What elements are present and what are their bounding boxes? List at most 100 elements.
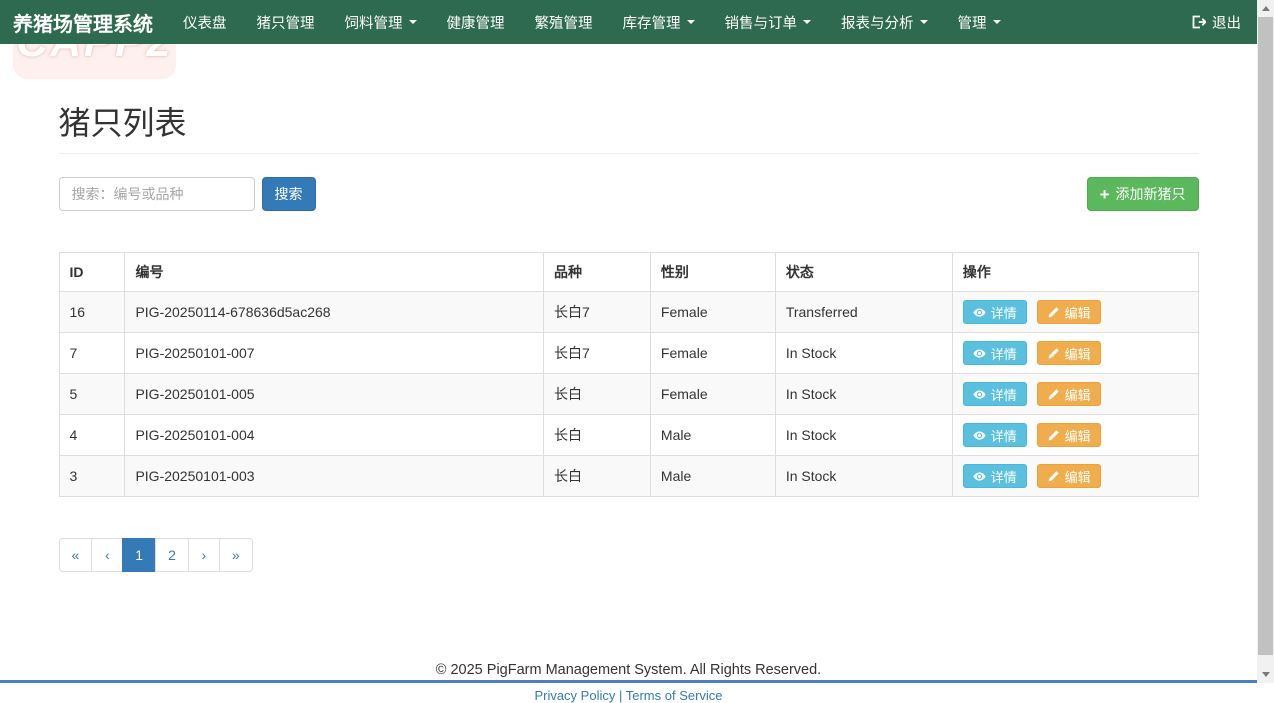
cell-code: PIG-20250101-007 [125, 333, 544, 374]
eye-icon [973, 429, 986, 442]
edit-button[interactable]: 编辑 [1037, 382, 1101, 406]
cell-code: PIG-20250101-005 [125, 374, 544, 415]
copyright-text: © 2025 PigFarm Management System. All Ri… [59, 662, 1199, 678]
logout-label: 退出 [1212, 12, 1241, 33]
header-code: 编号 [125, 253, 544, 292]
cell-status: In Stock [775, 456, 952, 497]
cell-breed: 长白 [544, 374, 651, 415]
cell-breed: 长白 [544, 415, 651, 456]
cell-actions: 详情 编辑 [952, 456, 1198, 497]
cell-id: 16 [59, 292, 125, 333]
pagination-page-1[interactable]: 1 [122, 538, 156, 572]
pencil-icon [1047, 306, 1060, 319]
nav-item-pig-management[interactable]: 猪只管理 [242, 0, 330, 44]
link-separator: | [615, 688, 625, 703]
cell-status: In Stock [775, 415, 952, 456]
scrollbar-up-arrow[interactable] [1257, 0, 1274, 17]
cell-gender: Female [650, 333, 775, 374]
nav-item-reports-analysis[interactable]: 报表与分析 [826, 0, 943, 44]
logout-button[interactable]: 退出 [1190, 12, 1241, 33]
edit-button[interactable]: 编辑 [1037, 423, 1101, 447]
header-status: 状态 [775, 253, 952, 292]
detail-button[interactable]: 详情 [963, 423, 1027, 447]
chevron-down-icon [803, 20, 811, 24]
terms-of-service-link[interactable]: Terms of Service [626, 688, 723, 703]
detail-button[interactable]: 详情 [963, 382, 1027, 406]
nav-item-dashboard[interactable]: 仪表盘 [168, 0, 242, 44]
table-row: 7 PIG-20250101-007 长白7 Female In Stock 详… [59, 333, 1198, 374]
add-pig-label: 添加新猪只 [1116, 184, 1186, 204]
add-pig-button[interactable]: + 添加新猪只 [1087, 177, 1199, 211]
nav-item-feed-management[interactable]: 饲料管理 [330, 0, 432, 44]
pagination-last[interactable]: » [219, 538, 253, 572]
nav-item-inventory-management[interactable]: 库存管理 [608, 0, 710, 44]
top-navbar: 养猪场管理系统 仪表盘 猪只管理 饲料管理 健康管理 繁殖管理 库存管理 销售与… [0, 0, 1257, 44]
edit-button[interactable]: 编辑 [1037, 341, 1101, 365]
sign-out-icon [1190, 14, 1206, 30]
chevron-down-icon [993, 20, 1001, 24]
pagination-next[interactable]: › [188, 538, 220, 572]
pagination-prev[interactable]: ‹ [91, 538, 123, 572]
cell-actions: 详情 编辑 [952, 415, 1198, 456]
nav-item-admin[interactable]: 管理 [943, 0, 1016, 44]
vertical-scrollbar[interactable] [1257, 0, 1274, 683]
privacy-policy-link[interactable]: Privacy Policy [534, 688, 615, 703]
cell-gender: Female [650, 374, 775, 415]
nav-item-breeding-management[interactable]: 繁殖管理 [520, 0, 608, 44]
header-actions: 操作 [952, 253, 1198, 292]
pencil-icon [1047, 429, 1060, 442]
nav-item-sales-orders[interactable]: 销售与订单 [710, 0, 827, 44]
triangle-up-icon [1262, 6, 1270, 11]
cell-actions: 详情 编辑 [952, 292, 1198, 333]
main-container: 猪只列表 搜索 + 添加新猪只 ID 编号 品种 性别 状态 操作 [59, 105, 1199, 703]
search-button[interactable]: 搜索 [262, 177, 316, 211]
pagination-first[interactable]: « [59, 538, 93, 572]
cell-code: PIG-20250101-004 [125, 415, 544, 456]
footer-links: Privacy Policy | Terms of Service [59, 688, 1199, 703]
cell-id: 3 [59, 456, 125, 497]
cell-code: PIG-20250114-678636d5ac268 [125, 292, 544, 333]
cell-id: 7 [59, 333, 125, 374]
scrollbar-thumb[interactable] [1258, 17, 1273, 655]
eye-icon [973, 470, 986, 483]
detail-button[interactable]: 详情 [963, 300, 1027, 324]
pencil-icon [1047, 470, 1060, 483]
detail-button[interactable]: 详情 [963, 464, 1027, 488]
header-id: ID [59, 253, 125, 292]
search-input[interactable] [59, 177, 255, 211]
cell-actions: 详情 编辑 [952, 333, 1198, 374]
table-header: ID 编号 品种 性别 状态 操作 [59, 253, 1198, 292]
pencil-icon [1047, 347, 1060, 360]
table-row: 3 PIG-20250101-003 长白 Male In Stock 详情 编… [59, 456, 1198, 497]
nav-item-health-management[interactable]: 健康管理 [432, 0, 520, 44]
header-gender: 性别 [650, 253, 775, 292]
eye-icon [973, 306, 986, 319]
cell-status: Transferred [775, 292, 952, 333]
edit-button[interactable]: 编辑 [1037, 464, 1101, 488]
cell-id: 4 [59, 415, 125, 456]
cell-breed: 长白7 [544, 292, 651, 333]
chevron-down-icon [687, 20, 695, 24]
nav-menu: 仪表盘 猪只管理 饲料管理 健康管理 繁殖管理 库存管理 销售与订单 报表与分析… [168, 0, 1190, 44]
table-row: 16 PIG-20250114-678636d5ac268 长白7 Female… [59, 292, 1198, 333]
pagination-page-2[interactable]: 2 [155, 538, 189, 572]
edit-button[interactable]: 编辑 [1037, 300, 1101, 324]
eye-icon [973, 388, 986, 401]
eye-icon [973, 347, 986, 360]
cell-breed: 长白 [544, 456, 651, 497]
nav-right: 退出 [1190, 0, 1257, 44]
app-brand[interactable]: 养猪场管理系统 [0, 0, 168, 44]
cell-breed: 长白7 [544, 333, 651, 374]
cell-gender: Male [650, 456, 775, 497]
cell-gender: Female [650, 292, 775, 333]
triangle-down-icon [1262, 672, 1270, 677]
cell-actions: 详情 编辑 [952, 374, 1198, 415]
chevron-down-icon [409, 20, 417, 24]
pig-table: ID 编号 品种 性别 状态 操作 16 PIG-20250114-678636… [59, 252, 1199, 497]
cell-status: In Stock [775, 374, 952, 415]
scrollbar-down-arrow[interactable] [1257, 666, 1274, 683]
detail-button[interactable]: 详情 [963, 341, 1027, 365]
table-row: 4 PIG-20250101-004 长白 Male In Stock 详情 编… [59, 415, 1198, 456]
table-row: 5 PIG-20250101-005 长白 Female In Stock 详情… [59, 374, 1198, 415]
cell-status: In Stock [775, 333, 952, 374]
